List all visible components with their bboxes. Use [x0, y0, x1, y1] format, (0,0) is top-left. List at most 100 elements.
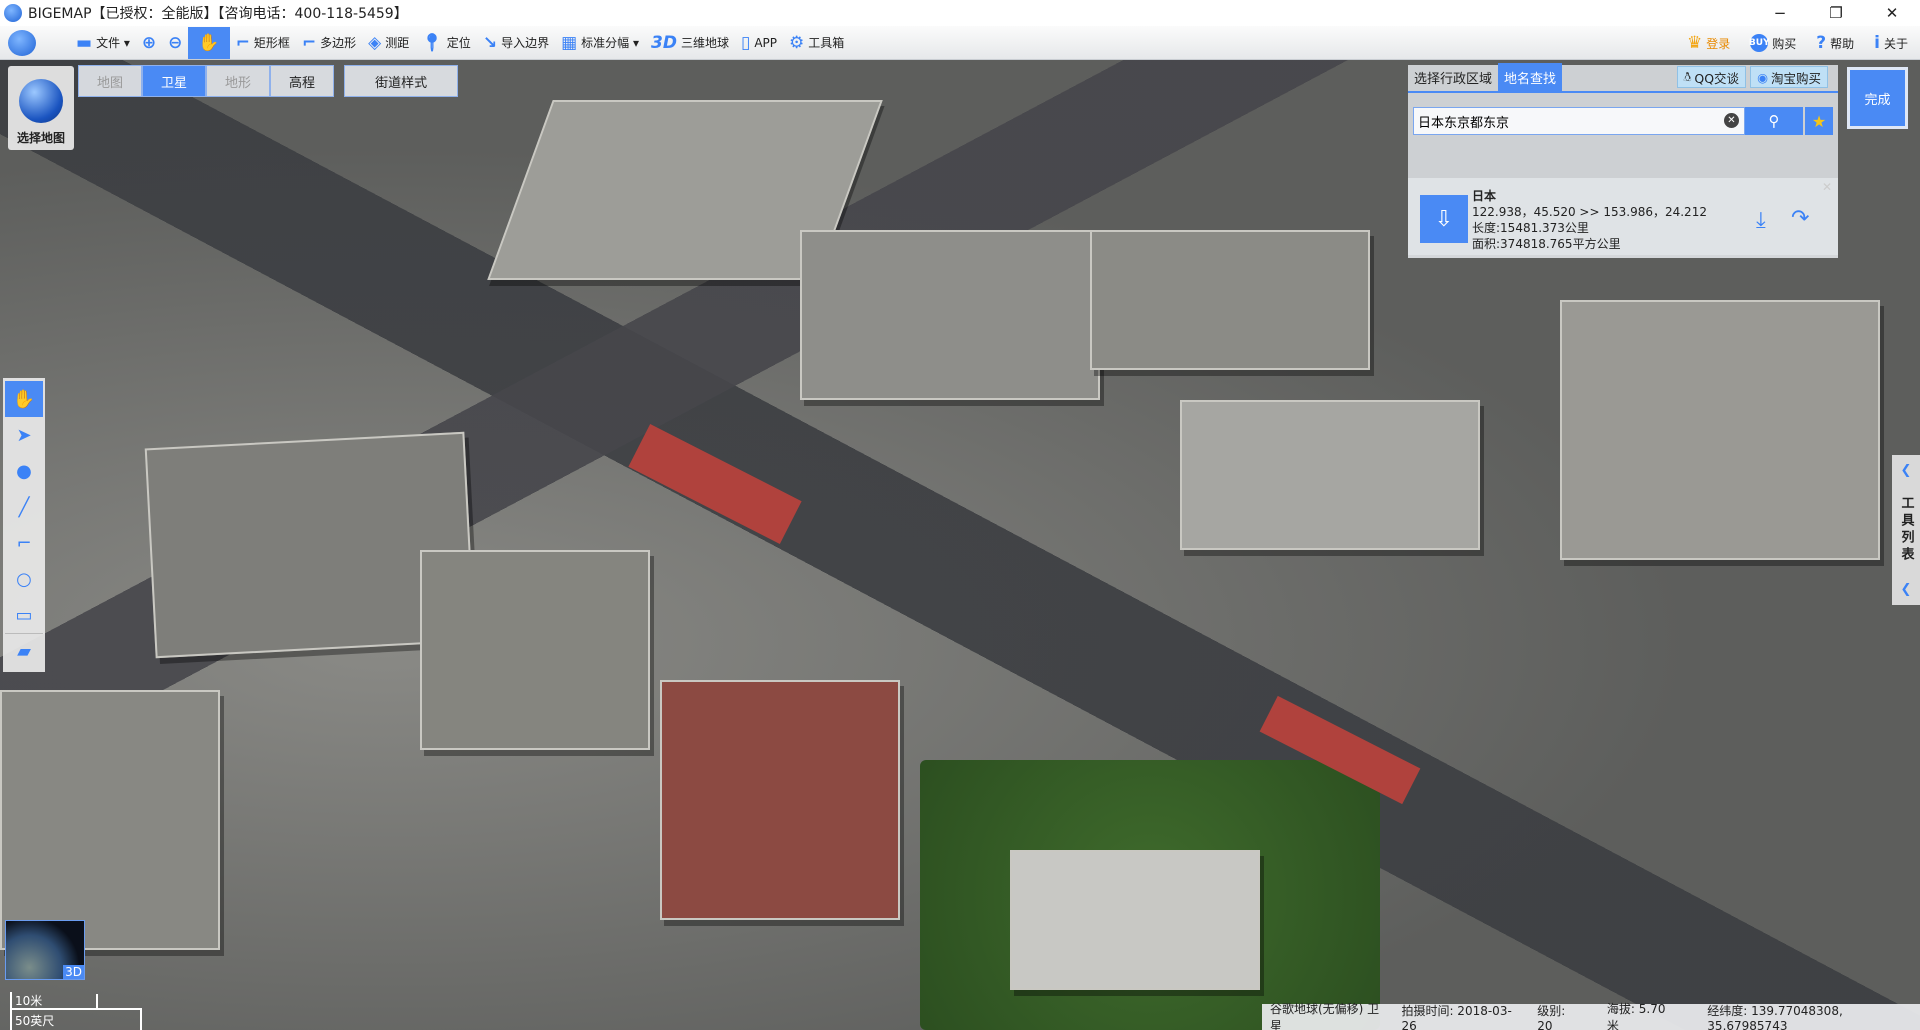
result-coords: 122.938，45.520 >> 153.986，24.212 — [1472, 205, 1707, 219]
scale-metric: 10米 — [15, 994, 43, 1008]
tab-select-region[interactable]: 选择行政区域 — [1408, 63, 1498, 91]
zoom-out-icon: ⊖ — [168, 32, 183, 53]
tab-elevation[interactable]: 高程 — [270, 65, 335, 97]
3d-globe-button[interactable]: 3D 三维地球 — [645, 27, 735, 59]
globe-overview-thumbnail[interactable]: 3D — [5, 920, 85, 980]
tab-map[interactable]: 地图 — [78, 65, 143, 97]
buy-button[interactable]: BUY 购买 — [1744, 27, 1802, 59]
favorite-button[interactable]: ★ — [1805, 107, 1833, 135]
pointer-icon[interactable]: ➤ — [5, 417, 43, 453]
tool-list-label: 工具列表 — [1898, 496, 1914, 564]
map-source: 谷歌地球(无偏移) 卫星 — [1270, 1002, 1380, 1030]
tab-satellite[interactable]: 卫星 — [142, 65, 207, 97]
toolbox-button[interactable]: ⚙ 工具箱 — [783, 27, 850, 59]
location-pin-icon: 📍︎ — [421, 32, 443, 53]
import-boundary-button[interactable]: ↘ 导入边界 — [477, 27, 555, 59]
drawing-toolbar: ✋ ➤ ● ╱ ⌐ ○ ▭ ▰ — [3, 378, 45, 672]
search-result-card[interactable]: ⇩ 日本 122.938，45.520 >> 153.986，24.212 长度… — [1408, 178, 1838, 258]
close-button[interactable]: ✕ — [1864, 0, 1920, 26]
building — [1560, 300, 1880, 560]
satellite-map[interactable]: 选择地图 地图 卫星 地形 高程 街道样式 ✋ ➤ ● ╱ ⌐ ○ ▭ ▰ 选择… — [0, 60, 1920, 1030]
building — [420, 550, 650, 750]
qq-penguin-icon: 🐧︎ — [1683, 68, 1692, 84]
title-bar: BIGEMAP【已授权：全能版】【咨询电话：400-118-5459】 − ❐ … — [0, 0, 1920, 26]
result-name: 日本 — [1472, 189, 1497, 203]
scale-imperial: 50英尺 — [15, 1014, 55, 1028]
taobao-buy-button[interactable]: ◉ 淘宝购买 — [1750, 66, 1828, 88]
app-logo-icon — [8, 29, 36, 56]
hand-pan-icon: ✋ — [198, 32, 220, 53]
tab-terrain[interactable]: 地形 — [206, 65, 271, 97]
rectangle-icon[interactable]: ▭ — [5, 597, 43, 633]
3d-icon: 3D — [650, 32, 677, 53]
chevron-left-icon[interactable]: ❮ — [1901, 582, 1912, 597]
star-icon: ★ — [1811, 111, 1827, 131]
search-button[interactable]: ⚲ — [1745, 107, 1803, 135]
help-icon: ? — [1816, 33, 1827, 53]
phone-icon: ▯ — [740, 32, 751, 53]
app-menu-button[interactable] — [0, 27, 50, 59]
select-map-button[interactable]: 选择地图 — [8, 66, 74, 150]
download-icon[interactable]: ⤓ — [1756, 208, 1766, 233]
pan-button[interactable]: ✋ — [188, 26, 230, 59]
place-search-input[interactable] — [1413, 107, 1745, 135]
rectangle-select-button[interactable]: ⌐ 矩形框 — [230, 27, 296, 59]
login-button[interactable]: ♛ 登录 — [1681, 27, 1736, 59]
status-bar: 谷歌地球(无偏移) 卫星 拍摄时间: 2018-03-26 级别: 20 海拔:… — [1262, 1002, 1920, 1030]
result-area: 面积:374818.765平方公里 — [1472, 237, 1621, 251]
cursor-coordinates: 经纬度: 139.77048308, 35.67985743 — [1707, 1003, 1843, 1030]
grid-icon: ▦ — [561, 32, 578, 53]
chevron-left-icon[interactable]: ❮ — [1901, 463, 1912, 478]
share-icon[interactable]: ↷ — [1791, 206, 1809, 231]
about-button[interactable]: i 关于 — [1868, 27, 1914, 59]
file-menu[interactable]: ▬ 文件 ▾ — [70, 27, 136, 59]
zoom-in-icon: ⊕ — [141, 32, 157, 53]
restore-button[interactable]: ❐ — [1808, 0, 1864, 26]
map-type-tabs: 地图 卫星 地形 高程 街道样式 — [78, 65, 459, 97]
capture-date: 拍摄时间: 2018-03-26 — [1401, 1003, 1512, 1030]
region-download-icon: ⇩ — [1420, 195, 1468, 243]
marker-icon[interactable]: ● — [5, 453, 43, 489]
close-result-icon[interactable]: ✕ — [1822, 180, 1832, 194]
ruler-icon[interactable]: ▰ — [5, 633, 43, 669]
locate-button[interactable]: 📍︎ 定位 — [415, 27, 477, 59]
search-icon: ⚲ — [1768, 112, 1780, 130]
app-logo-icon — [4, 4, 22, 22]
tool-list-panel[interactable]: ❮ 工具列表 ❮ — [1892, 455, 1920, 605]
taobao-icon: ◉ — [1757, 69, 1768, 85]
standard-sheet-button[interactable]: ▦ 标准分幅 ▾ — [555, 27, 645, 59]
ruler-icon: ◈ — [368, 32, 382, 53]
polygon-icon[interactable]: ⌐ — [5, 525, 43, 561]
building — [0, 690, 220, 950]
hand-icon[interactable]: ✋ — [5, 381, 43, 417]
zoom-in-button[interactable]: ⊕ — [136, 27, 162, 59]
qq-chat-button[interactable]: 🐧︎ QQ交谈 — [1676, 66, 1747, 88]
tab-place-search[interactable]: 地名查找 — [1498, 63, 1563, 91]
import-boundary-icon: ↘ — [482, 32, 498, 53]
circle-icon[interactable]: ○ — [5, 561, 43, 597]
minimize-button[interactable]: − — [1752, 0, 1808, 26]
result-length: 长度:15481.373公里 — [1472, 221, 1589, 235]
app-button[interactable]: ▯ APP — [735, 27, 783, 59]
clear-icon[interactable]: ✕ — [1724, 113, 1739, 128]
measure-button[interactable]: ◈ 测距 — [362, 27, 415, 59]
building — [1090, 230, 1370, 370]
buy-icon: BUY — [1749, 34, 1770, 52]
building — [1180, 400, 1480, 550]
window-title: BIGEMAP【已授权：全能版】【咨询电话：400-118-5459】 — [28, 6, 408, 22]
building — [660, 680, 900, 920]
altitude: 海拔: 5.70米 — [1606, 1002, 1666, 1030]
3d-badge: 3D — [63, 965, 84, 979]
line-icon[interactable]: ╱ — [5, 489, 43, 525]
zoom-out-button[interactable]: ⊖ — [162, 27, 188, 59]
building — [800, 230, 1100, 400]
street-style-button[interactable]: 街道样式 — [344, 65, 459, 97]
folder-icon: ▬ — [76, 32, 93, 53]
done-button[interactable]: 完成 — [1847, 67, 1908, 129]
rectangle-select-icon: ⌐ — [235, 32, 250, 53]
help-button[interactable]: ? 帮助 — [1810, 27, 1860, 59]
polygon-button[interactable]: ⌐ 多边形 — [296, 27, 362, 59]
red-road-marking — [628, 424, 802, 544]
info-icon: i — [1874, 33, 1880, 53]
main-toolbar: ▬ 文件 ▾ ⊕ ⊖ ✋ ⌐ 矩形框 ⌐ 多边形 ◈ 测距 📍︎ 定位 ↘ 导入边界 ▦ 标准… — [0, 26, 1920, 60]
